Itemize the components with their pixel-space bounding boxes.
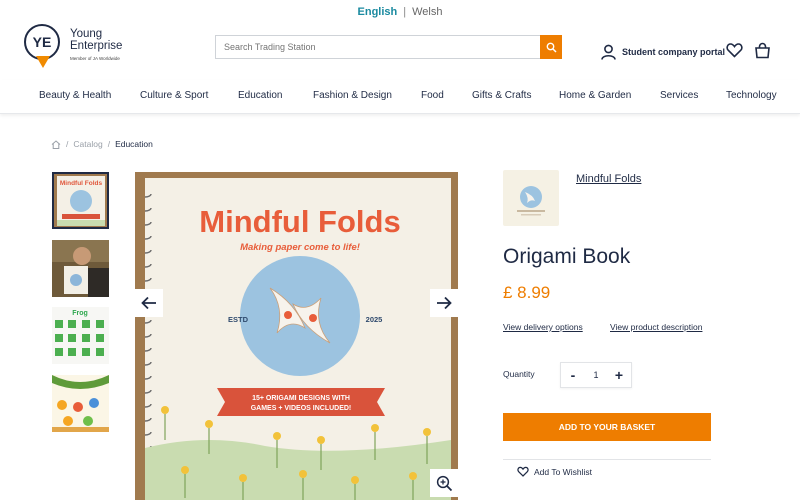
brand-logo-image — [517, 186, 545, 216]
cover-year: 2025 — [366, 315, 383, 324]
breadcrumb-separator: / — [66, 139, 69, 149]
language-english-link[interactable]: English — [358, 6, 398, 18]
search-icon — [546, 42, 557, 53]
nav-item-gifts-crafts[interactable]: Gifts & Crafts — [472, 90, 531, 101]
quantity-value[interactable]: 1 — [593, 370, 598, 380]
quantity-increase-button[interactable]: + — [613, 367, 625, 383]
product-title: Origami Book — [503, 245, 631, 268]
zoom-button[interactable] — [430, 469, 458, 497]
zoom-in-icon — [436, 475, 452, 491]
language-welsh-link[interactable]: Welsh — [412, 6, 442, 18]
next-image-button[interactable] — [430, 289, 458, 317]
quantity-stepper: - 1 + — [560, 362, 632, 388]
nav-item-education[interactable]: Education — [238, 90, 282, 101]
young-enterprise-logo[interactable]: YE Young Enterprise Member of JA Worldwi… — [24, 24, 134, 72]
wishlist-label: Add To Wishlist — [534, 466, 592, 477]
arrow-left-icon — [141, 296, 156, 310]
cover-banner-line1: 15+ ORIGAMI DESIGNS WITH — [252, 395, 350, 402]
cover-estd: ESTD — [228, 315, 249, 324]
add-to-wishlist-button[interactable]: Add To Wishlist — [517, 466, 592, 477]
student-portal-link[interactable]: Student company portal — [601, 44, 725, 60]
quantity-label: Quantity — [503, 369, 535, 379]
heart-icon — [517, 466, 529, 477]
heart-icon — [726, 43, 743, 58]
category-nav: Beauty & Health Culture & Sport Educatio… — [0, 80, 800, 114]
portal-label: Student company portal — [622, 47, 726, 57]
breadcrumb-current: Education — [115, 139, 153, 149]
svg-text:Mindful Folds: Mindful Folds — [60, 180, 103, 187]
divider — [503, 459, 711, 460]
breadcrumb-catalog[interactable]: Catalog — [73, 139, 102, 149]
logo-tagline: Member of JA Worldwide — [70, 56, 120, 61]
language-switch: English | Welsh — [0, 6, 800, 18]
thumbnail-person[interactable] — [52, 240, 109, 297]
logo-triangle — [36, 56, 50, 68]
add-to-basket-button[interactable]: ADD TO YOUR BASKET — [503, 413, 711, 441]
quantity-decrease-button[interactable]: - — [567, 367, 579, 383]
nav-item-services[interactable]: Services — [660, 90, 698, 101]
logo-badge: YE — [24, 24, 60, 60]
book-cover-art: Mindful Folds Making paper come to life!… — [145, 193, 451, 500]
cover-banner-line2: GAMES + VIDEOS INCLUDED! — [251, 405, 352, 412]
product-description-link[interactable]: View product description — [610, 322, 702, 332]
nav-item-food[interactable]: Food — [421, 90, 444, 101]
cover-title: Mindful Folds — [199, 204, 400, 239]
nav-item-culture-sport[interactable]: Culture & Sport — [140, 90, 208, 101]
cover-tagline: Making paper come to life! — [240, 242, 360, 253]
nav-item-technology[interactable]: Technology — [726, 90, 777, 101]
nav-item-home-garden[interactable]: Home & Garden — [559, 90, 631, 101]
user-icon — [601, 44, 616, 60]
thumbnail-person-image — [52, 240, 109, 297]
arrow-right-icon — [437, 296, 452, 310]
logo-name-line2: Enterprise — [70, 40, 123, 52]
previous-image-button[interactable] — [135, 289, 163, 317]
breadcrumb-separator: / — [107, 139, 111, 149]
logo-name-line1: Young — [70, 28, 103, 40]
thumbnail-game-image — [52, 375, 109, 432]
breadcrumb: / Catalog / Education — [51, 139, 153, 149]
home-icon[interactable] — [51, 139, 61, 149]
logo-name: Young Enterprise — [70, 28, 122, 52]
thumbnail-frog-instructions[interactable]: Frog — [52, 307, 109, 364]
thumbnail-cover-image: Mindful Folds — [54, 174, 107, 227]
thumbnail-frog-image: Frog — [52, 307, 109, 364]
language-separator: | — [403, 6, 407, 18]
product-price: £ 8.99 — [503, 283, 551, 302]
thumbnail-cover[interactable]: Mindful Folds — [52, 172, 109, 229]
basket-icon — [755, 42, 770, 59]
brand-link[interactable]: Mindful Folds — [576, 173, 641, 185]
search-button[interactable] — [540, 35, 562, 59]
brand-logo[interactable] — [503, 170, 559, 226]
search-input[interactable] — [215, 35, 540, 59]
nav-item-fashion-design[interactable]: Fashion & Design — [313, 90, 392, 101]
thumbnail-frog-label: Frog — [72, 310, 88, 317]
thumbnail-game-page[interactable] — [52, 375, 109, 432]
product-main-image[interactable]: Mindful Folds Making paper come to life!… — [135, 172, 458, 500]
basket-button[interactable] — [754, 42, 771, 64]
delivery-options-link[interactable]: View delivery options — [503, 322, 583, 332]
nav-item-beauty-health[interactable]: Beauty & Health — [39, 90, 111, 101]
book-cover: Mindful Folds Making paper come to life!… — [145, 178, 451, 500]
wishlist-header-button[interactable] — [726, 42, 743, 63]
